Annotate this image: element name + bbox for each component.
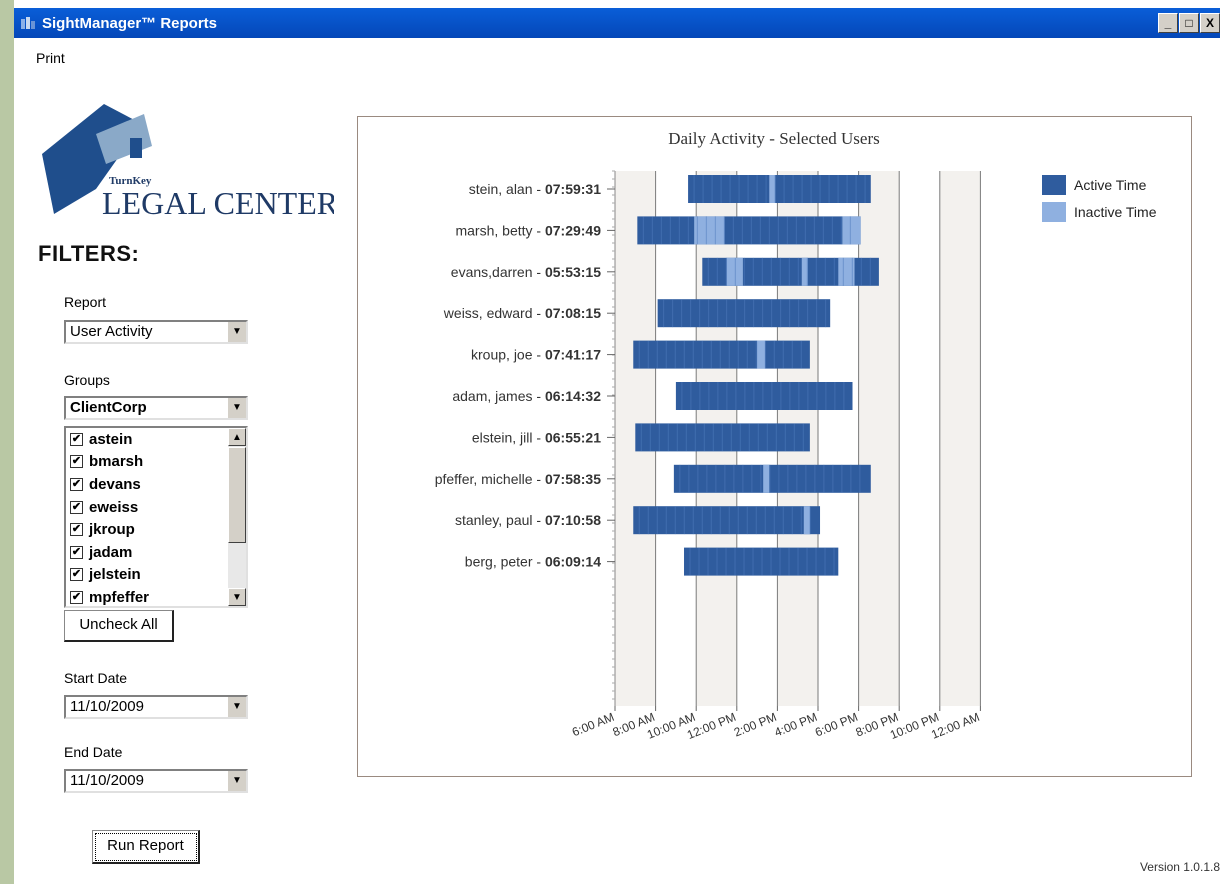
band	[939, 171, 981, 706]
x-tick-label: 2:00 PM	[732, 710, 779, 740]
legend-swatch	[1042, 202, 1066, 222]
chevron-down-icon[interactable]: ▼	[227, 697, 246, 717]
menu-print[interactable]: Print	[36, 50, 65, 66]
checkbox-checked-icon[interactable]: ✔	[70, 568, 83, 582]
checkbox-checked-icon[interactable]: ✔	[70, 500, 83, 514]
minimize-button[interactable]: _	[1158, 13, 1178, 33]
row-label: evans,darren - 05:53:15	[451, 264, 601, 280]
list-item[interactable]: ✔ astein	[66, 428, 246, 451]
list-scrollbar[interactable]: ▲ ▼	[228, 428, 246, 606]
scroll-up-icon[interactable]: ▲	[228, 428, 246, 446]
chart-frame: Daily Activity - Selected Users stein, al…	[357, 116, 1192, 777]
start-date-picker[interactable]: 11/10/2009 ▼	[64, 695, 248, 719]
filters-title: FILTERS:	[38, 241, 140, 266]
close-button[interactable]: X	[1200, 13, 1220, 33]
end-date-value: 11/10/2009	[70, 772, 144, 789]
active-bar	[688, 175, 871, 203]
groups-label: Groups	[64, 372, 110, 388]
list-item[interactable]: ✔ jkroup	[66, 518, 246, 541]
logo-big-text: LEGAL CENTER	[102, 185, 334, 221]
checkbox-checked-icon[interactable]: ✔	[70, 477, 83, 491]
list-item[interactable]: ✔ bmarsh	[66, 451, 246, 474]
inactive-segment	[842, 216, 861, 245]
checkbox-checked-icon[interactable]: ✔	[70, 545, 83, 559]
row-label: marsh, betty - 07:29:49	[455, 222, 601, 238]
start-date-value: 11/10/2009	[70, 698, 144, 715]
chevron-down-icon[interactable]: ▼	[227, 322, 246, 342]
legend-swatch	[1042, 175, 1066, 195]
uncheck-all-button[interactable]: Uncheck All	[64, 610, 174, 642]
band	[818, 171, 859, 706]
inactive-segment	[769, 175, 776, 203]
row-label: elstein, jill - 06:55:21	[472, 429, 601, 445]
groups-select[interactable]: ClientCorp ▼	[64, 396, 248, 420]
band	[858, 171, 900, 706]
active-bar	[673, 464, 871, 493]
row-label: kroup, joe - 07:41:17	[471, 347, 601, 363]
band	[899, 171, 940, 706]
x-tick-label: 6:00 AM	[570, 710, 616, 739]
row-label: stein, alan - 07:59:31	[469, 181, 602, 197]
inactive-segment	[726, 257, 743, 286]
report-label: Report	[64, 294, 107, 310]
window-content: Print TurnKey LEGAL CENTER FILTERS: Repo…	[14, 38, 1220, 884]
list-item[interactable]: ✔ jadam	[66, 541, 246, 564]
chart-title: Daily Activity - Selected Users	[668, 129, 880, 148]
inactive-segment	[763, 464, 770, 493]
report-select-value: User Activity	[70, 323, 153, 340]
scroll-thumb[interactable]	[228, 447, 246, 543]
row-label: weiss, edward - 07:08:15	[443, 305, 601, 321]
version-label: Version 1.0.1.8	[1139, 860, 1220, 874]
list-item[interactable]: ✔ eweiss	[66, 496, 246, 519]
inactive-segment	[757, 340, 766, 369]
window-title: SightManager™ Reports	[42, 14, 218, 32]
inactive-segment	[803, 506, 810, 535]
row-label: berg, peter - 06:09:14	[465, 554, 601, 570]
row-label: stanley, paul - 07:10:58	[455, 512, 601, 528]
x-tick-label: 6:00 PM	[813, 710, 860, 740]
end-date-picker[interactable]: 11/10/2009 ▼	[64, 769, 248, 793]
checkbox-checked-icon[interactable]: ✔	[70, 523, 83, 537]
inactive-segment	[694, 216, 725, 245]
legend-label: Inactive Time	[1074, 204, 1157, 220]
checkbox-checked-icon[interactable]: ✔	[70, 590, 83, 604]
chevron-down-icon[interactable]: ▼	[227, 771, 246, 791]
report-select[interactable]: User Activity ▼	[64, 320, 248, 344]
row-label: adam, james - 06:14:32	[452, 388, 601, 404]
scroll-down-icon[interactable]: ▼	[228, 588, 246, 606]
app-icon	[21, 17, 35, 29]
maximize-button[interactable]: □	[1179, 13, 1199, 33]
desktop-edge	[0, 0, 14, 884]
turnkey-logo: TurnKey LEGAL CENTER	[42, 104, 334, 221]
groups-select-value: ClientCorp	[70, 399, 147, 416]
start-date-label: Start Date	[64, 670, 128, 686]
list-item[interactable]: ✔ mpfeffer	[66, 586, 246, 609]
band	[980, 171, 1021, 706]
active-bar	[657, 299, 831, 328]
legend-label: Active Time	[1074, 177, 1147, 193]
active-bar	[684, 547, 839, 576]
row-label: pfeffer, michelle - 07:58:35	[435, 471, 602, 487]
end-date-label: End Date	[64, 744, 123, 760]
x-tick-label: 4:00 PM	[772, 710, 819, 740]
window-titlebar[interactable]: SightManager™ Reports _ □ X	[14, 8, 1220, 38]
activity-chart: Daily Activity - Selected Users stein, al…	[435, 129, 1157, 742]
checkbox-checked-icon[interactable]: ✔	[70, 432, 83, 446]
chevron-down-icon[interactable]: ▼	[227, 398, 246, 418]
list-item[interactable]: ✔ devans	[66, 473, 246, 496]
user-checklist[interactable]: ✔ astein ✔ bmarsh ✔ devans ✔ eweiss ✔ jkroup …	[64, 426, 248, 608]
list-item[interactable]: ✔ jelstein	[66, 564, 246, 587]
checkbox-checked-icon[interactable]: ✔	[70, 455, 83, 469]
run-report-button[interactable]: Run Report	[92, 830, 200, 864]
